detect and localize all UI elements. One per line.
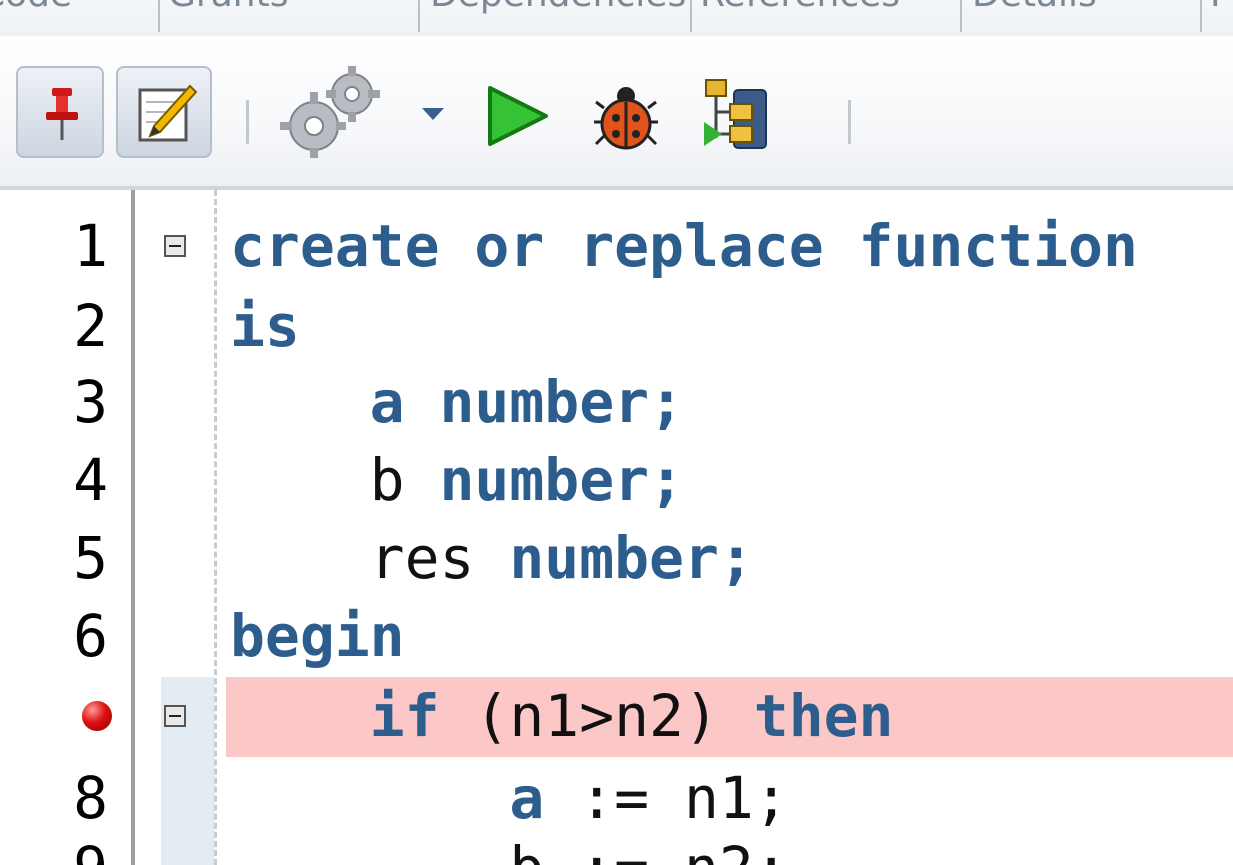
code-line: 8 a := n1; [0, 762, 1233, 834]
code-text[interactable]: b number; [230, 444, 684, 516]
tab-separator [1200, 0, 1202, 32]
code-line: 9 b := n2; [0, 832, 1233, 865]
code-line: 4 b number; [0, 444, 1233, 516]
compile-button[interactable] [278, 62, 388, 162]
editor-toolbar [0, 36, 1233, 190]
code-text[interactable]: begin [230, 600, 405, 672]
tab-grants[interactable]: Grants [168, 0, 288, 15]
line-number: 6 [73, 602, 108, 670]
code-line: 6 begin [0, 600, 1233, 672]
compile-dropdown-icon[interactable] [420, 106, 446, 122]
code-text[interactable]: a := n1; [230, 762, 788, 834]
line-number: 1 [73, 212, 108, 280]
toolbar-separator [246, 100, 249, 144]
debug-icon[interactable] [594, 82, 658, 150]
code-line-breakpoint: if (n1>n2) then [0, 680, 1233, 752]
tab-references[interactable]: References [700, 0, 900, 15]
tab-profiles[interactable]: Profiles [1210, 0, 1233, 15]
code-text[interactable]: a number; [230, 366, 684, 438]
line-number: 8 [73, 764, 108, 832]
code-line: 1 create or replace function [0, 210, 1233, 282]
fold-toggle-icon[interactable] [164, 235, 186, 257]
code-line: 3 a number; [0, 366, 1233, 438]
toolbar-separator [848, 100, 851, 144]
run-icon[interactable] [484, 84, 552, 148]
tab-dependencies[interactable]: Dependencies [430, 0, 686, 15]
code-text[interactable]: res number; [230, 522, 754, 594]
tab-separator [960, 0, 962, 32]
gears-icon [280, 66, 380, 158]
tab-separator [158, 0, 160, 32]
edit-button[interactable] [116, 66, 212, 158]
pin-icon [46, 88, 78, 140]
edit-icon [138, 84, 198, 142]
line-number: 4 [73, 446, 108, 514]
line-number: 9 [0, 832, 120, 865]
tab-separator [418, 0, 420, 32]
code-line: 2 is [0, 290, 1233, 362]
line-number: 2 [73, 292, 108, 360]
tab-details[interactable]: Details [972, 0, 1097, 15]
code-text[interactable]: if (n1>n2) then [230, 680, 894, 752]
tab-code[interactable]: Code [0, 0, 72, 15]
breakpoint-icon[interactable] [82, 701, 112, 731]
editor-tab-strip: Code Grants Dependencies References Deta… [0, 0, 1233, 38]
code-text[interactable]: create or replace function [230, 210, 1138, 282]
fold-toggle-icon[interactable] [164, 705, 186, 727]
profile-icon[interactable] [700, 76, 772, 156]
tab-separator [690, 0, 692, 32]
code-text[interactable]: is [230, 290, 300, 362]
code-line: 5 res number; [0, 522, 1233, 594]
code-text[interactable]: b := n2; [230, 832, 788, 865]
line-number: 3 [73, 368, 108, 436]
code-editor[interactable]: 1 create or replace function 2 is 3 a nu… [0, 190, 1233, 865]
pin-button[interactable] [16, 66, 104, 158]
line-number: 5 [73, 524, 108, 592]
